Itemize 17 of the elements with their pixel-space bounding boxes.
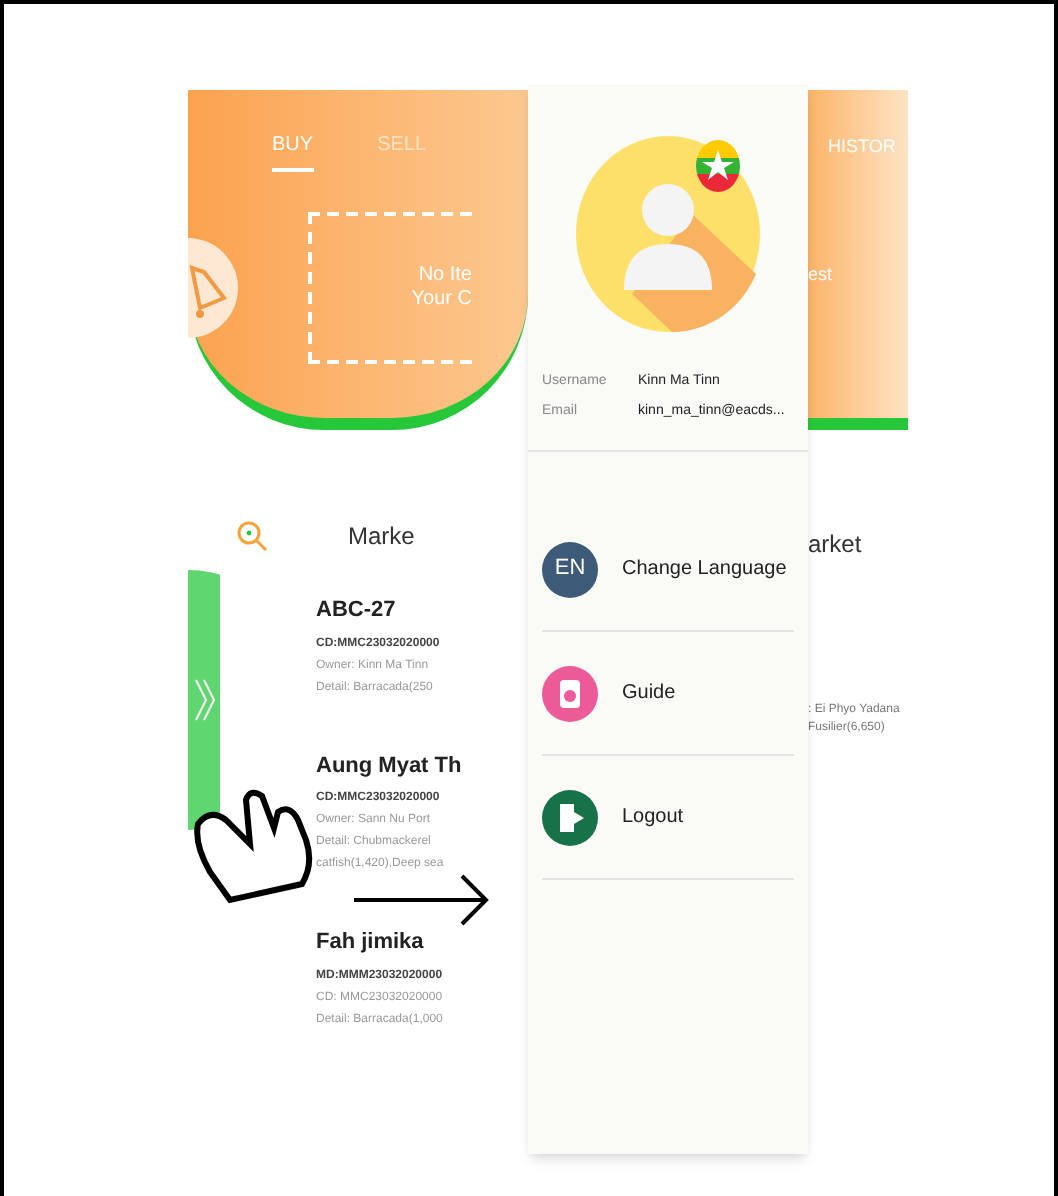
menu-item[interactable]: Logout [542,756,794,880]
avatar-icon [572,134,764,334]
empty-cart-text: est [808,261,835,287]
side-tab-drawing[interactable] [188,570,220,830]
empty-cart-text: No Ite [418,263,472,288]
section-title: arket [808,528,864,562]
guide-icon [542,665,598,721]
empty-cart-text: Your C [411,288,472,313]
item-title: ABC-27 [316,596,398,626]
section-title: Marke [348,520,415,554]
flag-icon [696,140,740,192]
logout-icon [542,789,598,845]
item-title: Aung Myat Th [316,751,462,781]
language-badge: EN [542,541,598,597]
menu-item[interactable]: EN Change Language [542,508,794,632]
item-title: Fah jimika [316,928,426,958]
menu-item[interactable]: Guide [542,632,794,756]
